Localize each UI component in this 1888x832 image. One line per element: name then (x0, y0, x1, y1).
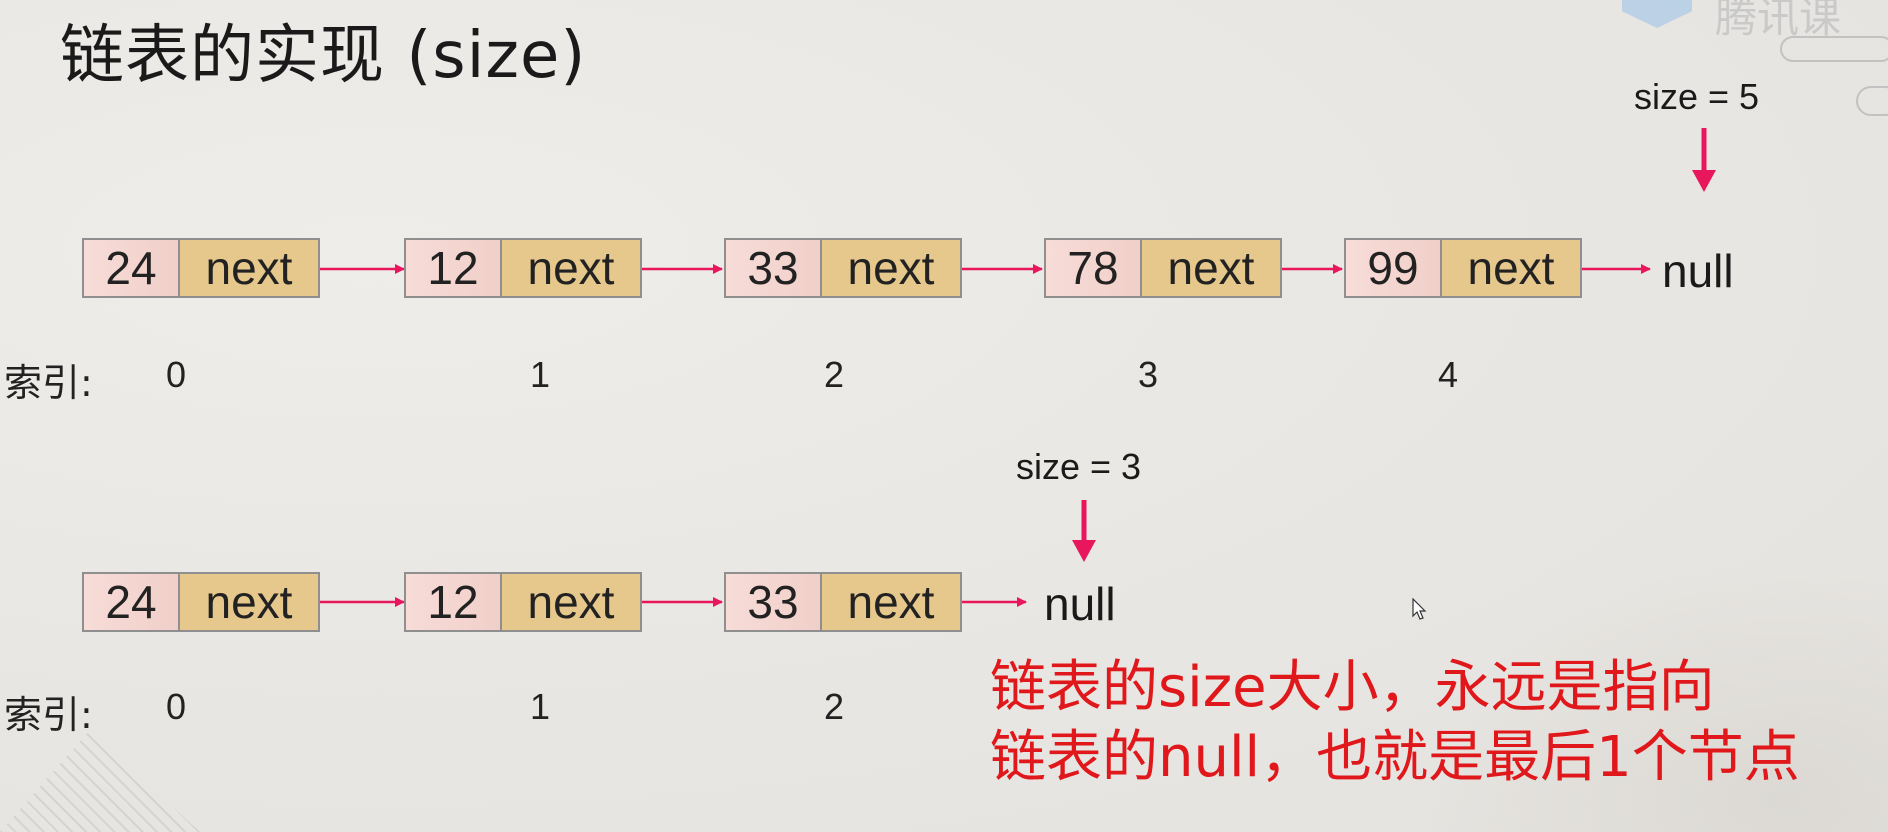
node-value: 99 (1346, 240, 1442, 296)
node-next: next (180, 574, 318, 630)
list2-node-0: 24 next (82, 572, 320, 632)
note-line-1: 链表的size大小，永远是指向 (990, 655, 1715, 720)
list1-index-1: 1 (529, 354, 551, 395)
list1-null-label: null (1662, 245, 1734, 297)
slide: 腾讯课 链表的实现 (size) 24 next 12 next 33 next… (0, 0, 1888, 832)
node-next: next (502, 240, 640, 296)
list2-null-label: null (1044, 578, 1116, 630)
node-value: 33 (726, 574, 822, 630)
list2-index-label: 索引: (4, 693, 93, 737)
list1-size-label: size = 5 (1634, 76, 1760, 117)
node-next: next (180, 240, 318, 296)
list1-size-pointer-head (1692, 170, 1716, 192)
list1-index-label: 索引: (4, 361, 93, 405)
node-value: 78 (1046, 240, 1142, 296)
mouse-cursor-icon (1412, 598, 1427, 620)
node-next: next (1142, 240, 1280, 296)
list1-index-2: 2 (823, 354, 845, 395)
list1-index-0: 0 (165, 354, 187, 395)
list2-node-1: 12 next (404, 572, 642, 632)
list1-node-0: 24 next (82, 238, 320, 298)
list2-index-0: 0 (165, 686, 187, 727)
list2-index-1: 1 (529, 686, 551, 727)
list2-size-label: size = 3 (1016, 446, 1142, 487)
list1-index-3: 3 (1137, 354, 1159, 395)
note-line-2: 链表的null，也就是最后1个节点 (990, 725, 1800, 790)
node-value: 12 (406, 240, 502, 296)
node-next: next (502, 574, 640, 630)
list2-node-2: 33 next (724, 572, 962, 632)
node-value: 24 (84, 240, 180, 296)
list1-node-2: 33 next (724, 238, 962, 298)
list1-node-1: 12 next (404, 238, 642, 298)
list1-node-3: 78 next (1044, 238, 1282, 298)
node-value: 12 (406, 574, 502, 630)
list2-index-2: 2 (823, 686, 845, 727)
list1-node-4: 99 next (1344, 238, 1582, 298)
node-next: next (822, 574, 960, 630)
list2-size-pointer-head (1072, 540, 1096, 562)
node-next: next (822, 240, 960, 296)
node-value: 24 (84, 574, 180, 630)
list1-index-4: 4 (1437, 354, 1459, 395)
node-value: 33 (726, 240, 822, 296)
node-next: next (1442, 240, 1580, 296)
